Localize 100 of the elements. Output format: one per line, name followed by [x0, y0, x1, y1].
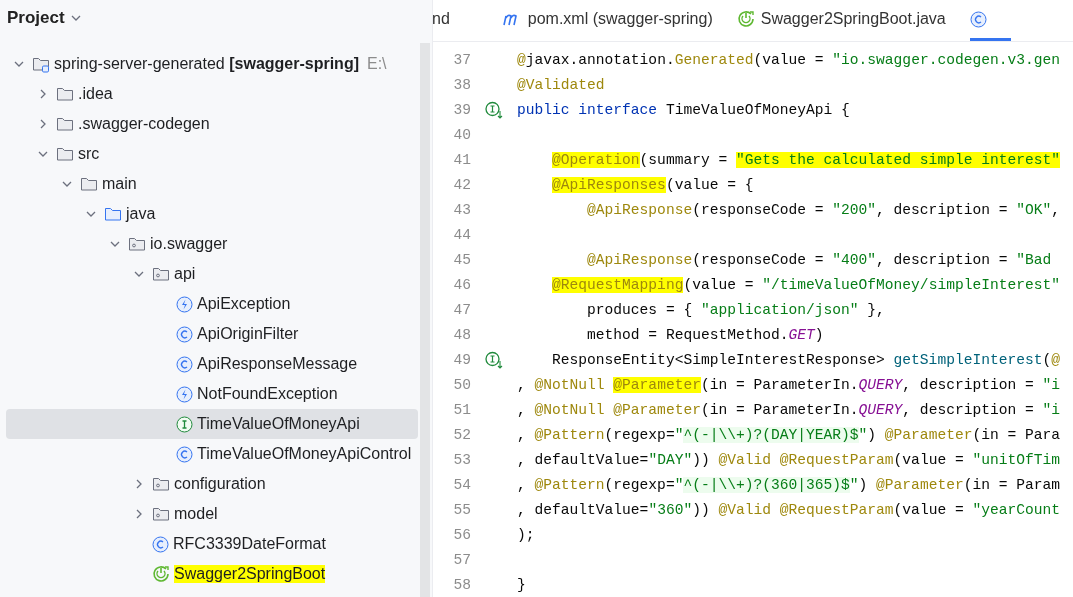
- code-line: @ApiResponses(value = {: [551, 176, 754, 193]
- code-line: produces = { "application/json" },: [586, 301, 885, 318]
- spring-boot-icon: [736, 10, 755, 28]
- tree-item-label: main: [102, 175, 137, 193]
- tree-item[interactable]: TimeValueOfMoneyApiControl: [6, 439, 418, 469]
- editor-tab[interactable]: pom.xml (swagger-spring): [501, 0, 737, 41]
- chevron-right-icon[interactable]: [134, 479, 144, 489]
- line-number: 58: [452, 576, 471, 593]
- line-number: 53: [452, 451, 471, 468]
- chevron-down-icon[interactable]: [62, 179, 72, 189]
- code-line: @ApiResponse(responseCode = "400", description = "Bad: [586, 251, 1052, 268]
- package-folder-icon: [152, 476, 170, 492]
- tree-item[interactable]: configuration: [6, 469, 418, 499]
- tree-item[interactable]: model: [6, 499, 418, 529]
- tree-item-label: src: [78, 145, 100, 163]
- path-text: E:\: [367, 55, 387, 73]
- line-number: 45: [452, 251, 471, 268]
- code-line: , @NotNull @Parameter(in = ParameterIn.QUERY, description = "i: [517, 376, 1060, 393]
- code-line: @Validated: [517, 76, 605, 93]
- chevron-down-icon[interactable]: [38, 149, 48, 159]
- implemented-interface-icon[interactable]: [485, 100, 503, 119]
- tree-item[interactable]: .swagger-codegen: [6, 109, 418, 139]
- code-line: @javax.annotation.Generated(value = "io.swagger.codegen.v3.gen: [517, 51, 1060, 68]
- chevron-down-icon[interactable]: [70, 13, 81, 23]
- tree-item-label: ApiException: [197, 295, 291, 313]
- implemented-interface-icon[interactable]: [485, 350, 503, 369]
- class-icon: [969, 10, 987, 28]
- line-number: 44: [452, 226, 471, 243]
- tree-item[interactable]: java: [6, 199, 418, 229]
- class-icon: [176, 325, 193, 343]
- tree-item[interactable]: RFC3339DateFormat: [6, 529, 418, 559]
- chevron-right-icon[interactable]: [38, 89, 48, 99]
- tree-item[interactable]: NotFoundException: [6, 379, 418, 409]
- line-number: 42: [452, 176, 471, 193]
- tree-item[interactable]: .idea: [6, 79, 418, 109]
- tree-item[interactable]: api: [6, 259, 418, 289]
- folder-icon: [104, 206, 122, 222]
- chevron-right-icon[interactable]: [134, 509, 144, 519]
- tree-item[interactable]: src: [6, 139, 418, 169]
- line-number: 48: [452, 326, 471, 343]
- line-number: 50: [452, 376, 471, 393]
- tree-item-label: TimeValueOfMoneyApiControl: [197, 445, 412, 463]
- chevron-down-icon[interactable]: [86, 209, 96, 219]
- code-line: method = RequestMethod.GET): [586, 326, 824, 343]
- line-number: 49: [452, 351, 471, 368]
- line-number: 40: [452, 126, 471, 143]
- interface-icon: [176, 415, 193, 433]
- tree-item[interactable]: main: [6, 169, 418, 199]
- chevron-down-icon[interactable]: [14, 59, 24, 69]
- code-line: ResponseEntity<SimpleInterestResponse> getSimpleInterest(@: [551, 351, 1060, 368]
- line-number: 51: [452, 401, 471, 418]
- line-number: 47: [452, 301, 471, 318]
- tree-item-label: ApiResponseMessage: [197, 355, 358, 373]
- code-line: @Operation(summary = "Gets the calculated simple interest": [551, 151, 1060, 168]
- code-line: , defaultValue="DAY")) @Valid @RequestParam(value = "unitOfTim: [517, 451, 1060, 468]
- tree-item-label: TimeValueOfMoneyApi: [197, 415, 360, 433]
- line-number: 37: [452, 51, 471, 68]
- line-number: 46: [452, 276, 471, 293]
- line-number: 38: [452, 76, 471, 93]
- package-folder-icon: [152, 266, 170, 282]
- chevron-right-icon[interactable]: [38, 119, 48, 129]
- line-number: 39: [452, 101, 471, 118]
- line-number: 55: [452, 501, 471, 518]
- line-number: 52: [452, 426, 471, 443]
- editor-tab[interactable]: nd: [433, 0, 502, 41]
- tree-item-label: ApiOriginFilter: [197, 325, 299, 343]
- line-number: 43: [452, 201, 471, 218]
- tree-item-label: spring-server-generated [swagger-spring]: [54, 55, 359, 73]
- code-line: , @NotNull @Parameter(in = ParameterIn.QUERY, description = "i: [517, 401, 1060, 418]
- panel-title[interactable]: Project: [7, 8, 65, 28]
- tree-item[interactable]: ApiResponseMessage: [6, 349, 418, 379]
- chevron-down-icon[interactable]: [110, 239, 120, 249]
- code-line: public interface TimeValueOfMoneyApi {: [517, 101, 850, 118]
- code-line: );: [517, 526, 535, 543]
- editor-tab[interactable]: Swagger2SpringBoot.java: [736, 0, 970, 41]
- folder-icon: [56, 146, 74, 162]
- line-number: 54: [452, 476, 471, 493]
- tree-item[interactable]: ApiOriginFilter: [6, 319, 418, 349]
- tree-item[interactable]: ApiException: [6, 289, 418, 319]
- package-folder-icon: [128, 236, 146, 252]
- folder-icon: [80, 176, 98, 192]
- code-line: , @Pattern(regexp="^(-|\\+)?(DAY|YEAR)$") @Parameter(in = Para: [517, 426, 1060, 443]
- tree-item-label: configuration: [174, 475, 266, 493]
- tree-item[interactable]: TimeValueOfMoneyApi: [6, 409, 418, 439]
- spring-boot-icon: [152, 565, 170, 583]
- tree-item-label: Swagger2SpringBoot: [174, 565, 326, 583]
- code-line: }: [517, 576, 526, 593]
- line-number: 56: [452, 526, 471, 543]
- tree-item-label: RFC3339DateFormat: [173, 535, 326, 553]
- code-line: , defaultValue="360")) @Valid @RequestParam(value = "yearCount: [517, 501, 1060, 518]
- package-folder-icon: [152, 506, 170, 522]
- module-folder-icon: [32, 55, 50, 73]
- chevron-down-icon[interactable]: [134, 269, 144, 279]
- line-number: 41: [452, 151, 471, 168]
- tree-item[interactable]: Swagger2SpringBoot: [6, 559, 418, 589]
- code-line: , @Pattern(regexp="^(-|\\+)?(360|365)$") @Parameter(in = Param: [517, 476, 1060, 493]
- tree-item-label: .swagger-codegen: [78, 115, 210, 133]
- tree-item[interactable]: spring-server-generated [swagger-spring] E:\: [6, 49, 418, 79]
- class-icon: [152, 535, 169, 553]
- tree-item[interactable]: io.swagger: [6, 229, 418, 259]
